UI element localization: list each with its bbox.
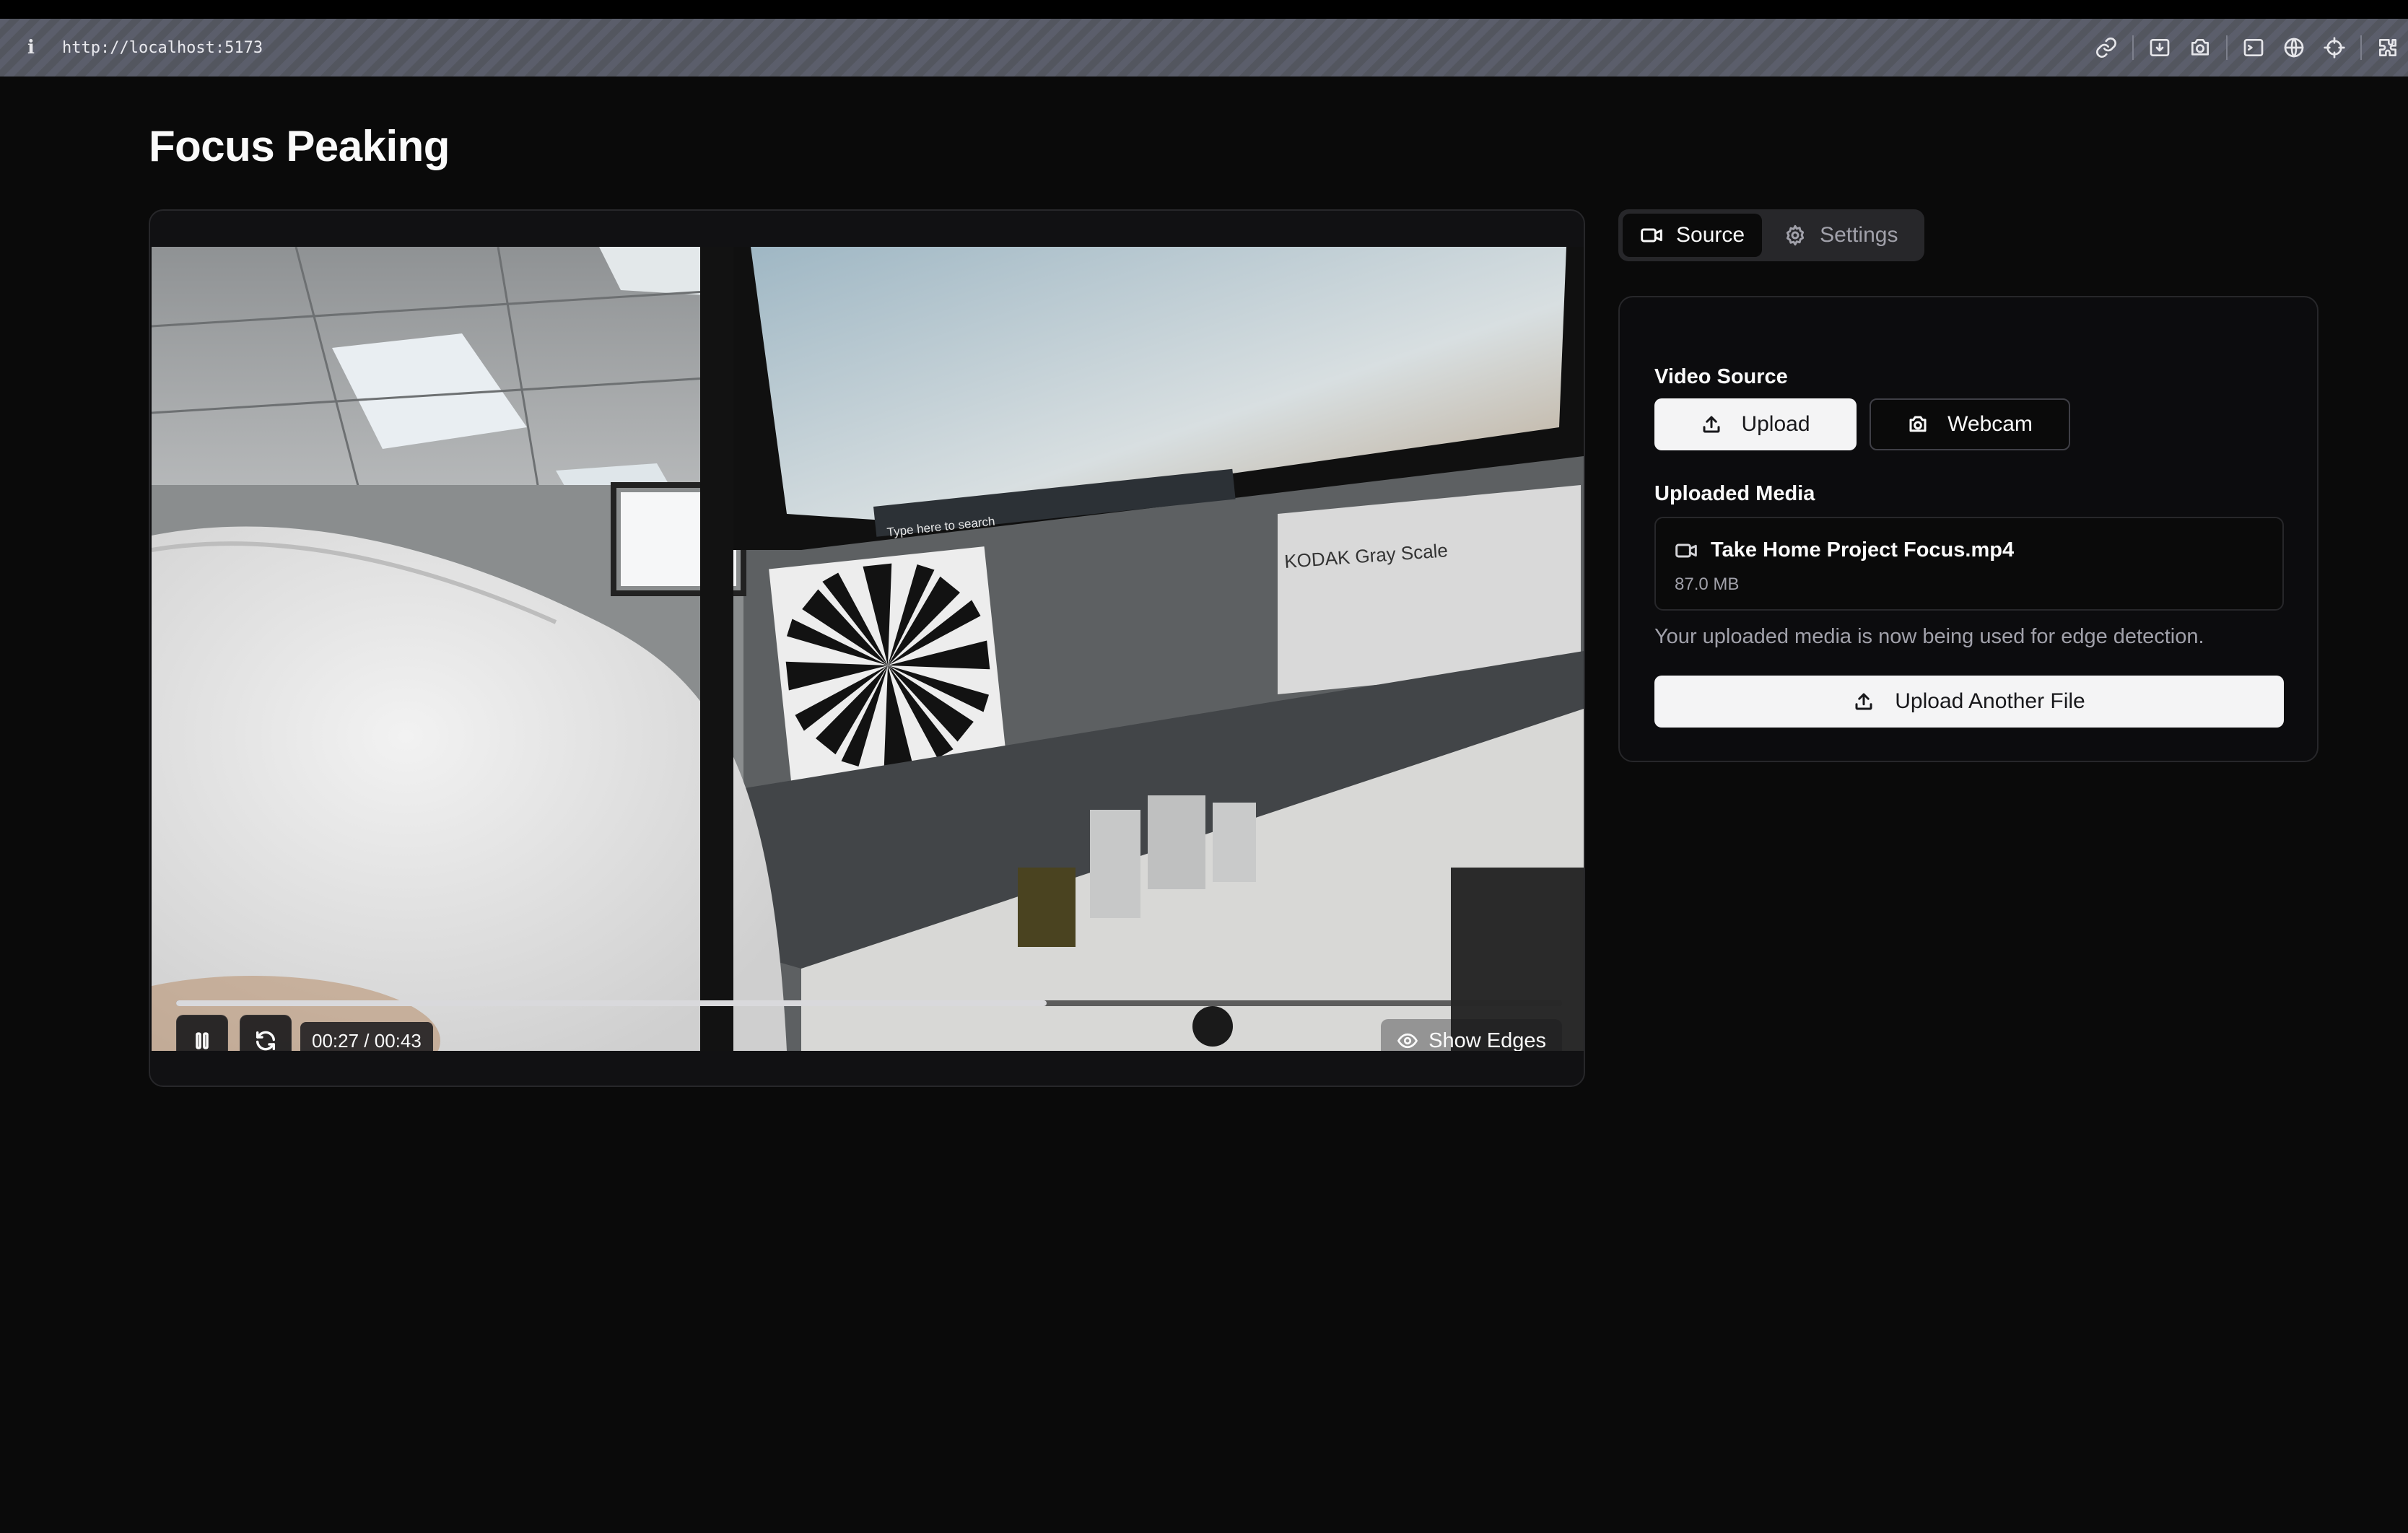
extensions-icon[interactable] <box>2368 19 2408 77</box>
video-camera-icon <box>1641 228 1662 243</box>
video-scene-image: Type here to search KODAK Gray Scale <box>152 247 1584 1051</box>
show-edges-button[interactable]: Show Edges <box>1381 1019 1562 1051</box>
video-source-label: Video Source <box>1654 365 1788 388</box>
upload-label: Upload <box>1741 412 1810 436</box>
site-info-icon[interactable]: i <box>0 37 62 58</box>
browser-address-bar: i http://localhost:5173 <box>0 19 2408 77</box>
terminal-icon[interactable] <box>2233 19 2274 77</box>
panel-tabs: Source Settings <box>1618 209 1924 261</box>
tab-source-label: Source <box>1676 223 1745 247</box>
download-icon[interactable] <box>2139 19 2180 77</box>
video-file-icon <box>1675 543 1697 557</box>
upload-another-button[interactable]: Upload Another File <box>1654 676 2284 728</box>
pause-icon <box>196 1032 209 1049</box>
tab-source[interactable]: Source <box>1623 214 1763 257</box>
upload-icon <box>1855 693 1872 710</box>
uploaded-media-card: Take Home Project Focus.mp4 87.0 MB <box>1654 517 2284 611</box>
uploaded-media-label: Uploaded Media <box>1654 482 1815 505</box>
progress-fill <box>176 1000 1047 1006</box>
show-edges-label: Show Edges <box>1428 1028 1546 1052</box>
toolbar-divider <box>2360 35 2362 60</box>
media-file-size: 87.0 MB <box>1675 575 1740 594</box>
media-status-note: Your uploaded media is now being used fo… <box>1654 625 2204 648</box>
pause-button[interactable] <box>176 1015 228 1051</box>
source-panel: Video Source Upload Webcam Uploaded Medi… <box>1618 296 2318 762</box>
webcam-label: Webcam <box>1947 412 2033 436</box>
globe-icon[interactable] <box>2274 19 2314 77</box>
camera-icon[interactable] <box>2180 19 2220 77</box>
toolbar-divider <box>2226 35 2228 60</box>
eye-icon <box>1397 1033 1418 1049</box>
media-file-row: Take Home Project Focus.mp4 <box>1675 538 2014 562</box>
page-title: Focus Peaking <box>149 122 450 170</box>
gear-icon <box>1786 224 1805 246</box>
upload-another-label: Upload Another File <box>1895 689 2085 713</box>
tab-settings[interactable]: Settings <box>1766 214 1915 257</box>
browser-top-strip <box>0 0 2408 19</box>
upload-icon <box>1703 416 1720 433</box>
progress-track[interactable] <box>176 1000 1562 1006</box>
toolbar-divider <box>2132 35 2134 60</box>
refresh-icon <box>256 1031 276 1051</box>
replay-button[interactable] <box>240 1015 292 1051</box>
browser-toolbar <box>2086 19 2408 77</box>
time-display: 00:27 / 00:43 <box>300 1022 433 1051</box>
crosshair-icon[interactable] <box>2314 19 2355 77</box>
tab-settings-label: Settings <box>1820 223 1898 247</box>
webcam-button[interactable]: Webcam <box>1870 398 2070 450</box>
video-frame[interactable]: Type here to search KODAK Gray Scale 00:… <box>152 247 1584 1051</box>
url-text[interactable]: http://localhost:5173 <box>62 39 263 57</box>
upload-button[interactable]: Upload <box>1654 398 1857 450</box>
video-player: Type here to search KODAK Gray Scale 00:… <box>149 209 1585 1087</box>
camera-icon <box>1909 416 1927 432</box>
link-icon[interactable] <box>2086 19 2126 77</box>
media-file-name: Take Home Project Focus.mp4 <box>1711 538 2015 562</box>
